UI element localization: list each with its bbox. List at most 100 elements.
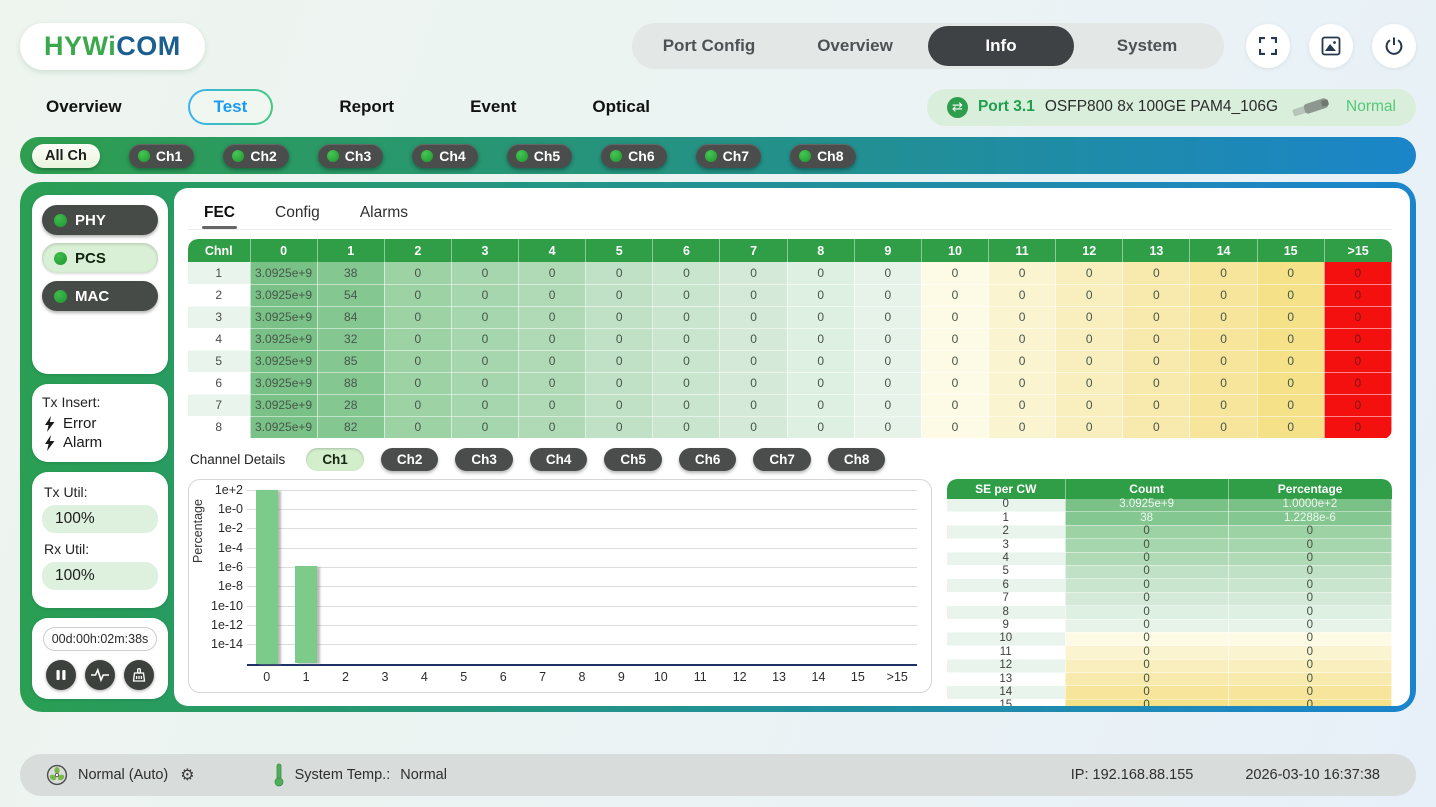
se-key-cell: 10 [947, 632, 1065, 645]
channel-button-label: Ch3 [345, 148, 371, 164]
channel-button-ch5[interactable]: Ch5 [507, 144, 572, 168]
fec-value-cell: 3.0925e+9 [250, 372, 317, 394]
channel-button-ch7[interactable]: Ch7 [696, 144, 761, 168]
channel-button-ch3[interactable]: Ch3 [318, 144, 383, 168]
gear-icon[interactable]: ⚙ [180, 765, 194, 785]
fec-value-cell: 0 [1324, 328, 1391, 350]
detail-channel-button-ch1[interactable]: Ch1 [306, 448, 364, 471]
subtab-test[interactable]: Test [188, 89, 274, 125]
fec-value-cell: 0 [451, 394, 518, 416]
pause-icon [55, 669, 67, 681]
layer-pcs-label: PCS [75, 250, 106, 267]
chart-y-tick: 1e-12 [193, 618, 243, 632]
fec-value-cell: 82 [317, 416, 384, 438]
insert-alarm-button[interactable]: Alarm [42, 433, 158, 452]
channel-status-dot-icon [705, 150, 717, 162]
fec-chnl-cell: 7 [188, 394, 250, 416]
fec-value-cell: 0 [1257, 350, 1324, 372]
insert-error-button[interactable]: Error [42, 414, 158, 433]
tab-system[interactable]: System [1074, 26, 1220, 66]
channel-button-label: All Ch [45, 148, 87, 164]
tab-config[interactable]: Config [273, 198, 322, 228]
screenshot-button[interactable] [1309, 24, 1353, 68]
channel-button-ch2[interactable]: Ch2 [223, 144, 288, 168]
fec-value-cell: 0 [989, 306, 1056, 328]
fec-col-header: 10 [921, 239, 988, 262]
fec-value-cell: 0 [1257, 416, 1324, 438]
subtab-optical[interactable]: Optical [592, 97, 650, 117]
fec-value-cell: 3.0925e+9 [250, 284, 317, 306]
fec-col-header: 9 [854, 239, 921, 262]
layer-phy-button[interactable]: PHY [42, 205, 158, 235]
detail-channel-button-ch3[interactable]: Ch3 [455, 448, 513, 471]
detail-channel-button-ch5[interactable]: Ch5 [604, 448, 662, 471]
channel-button-label: Ch6 [628, 148, 654, 164]
detail-channel-button-ch2[interactable]: Ch2 [381, 448, 439, 471]
chart-y-tick: 1e-2 [193, 521, 243, 535]
subtab-overview[interactable]: Overview [46, 97, 122, 117]
fec-value-cell: 0 [519, 306, 586, 328]
fec-value-cell: 0 [653, 306, 720, 328]
se-pct-cell: 0 [1228, 659, 1391, 672]
fullscreen-button[interactable] [1246, 24, 1290, 68]
fec-value-cell: 0 [1056, 394, 1123, 416]
subtab-event[interactable]: Event [470, 97, 516, 117]
layer-pcs-button[interactable]: PCS [42, 243, 158, 273]
tab-alarms[interactable]: Alarms [358, 198, 410, 228]
pulse-button[interactable] [85, 660, 115, 690]
port-info-badge: ⇄ Port 3.1 OSFP800 8x 100GE PAM4_106G No… [927, 89, 1416, 126]
tab-port-config[interactable]: Port Config [636, 26, 782, 66]
clear-button[interactable] [124, 660, 154, 690]
fec-value-cell: 0 [720, 394, 787, 416]
power-button[interactable] [1372, 24, 1416, 68]
detail-channel-button-ch4[interactable]: Ch4 [530, 448, 588, 471]
detail-channel-button-ch6[interactable]: Ch6 [679, 448, 737, 471]
layer-mac-button[interactable]: MAC [42, 281, 158, 311]
fec-value-cell: 0 [854, 416, 921, 438]
tx-util-value[interactable]: 100% [42, 505, 158, 533]
fec-chnl-cell: 3 [188, 306, 250, 328]
fec-value-cell: 0 [989, 284, 1056, 306]
channel-button-label: Ch7 [723, 148, 749, 164]
se-count-cell: 0 [1065, 552, 1228, 565]
fec-value-cell: 0 [1190, 306, 1257, 328]
fec-chnl-cell: 6 [188, 372, 250, 394]
channel-button-ch4[interactable]: Ch4 [412, 144, 477, 168]
screenshot-icon [1321, 36, 1341, 56]
detail-channel-button-ch8[interactable]: Ch8 [828, 448, 886, 471]
insert-alarm-label: Alarm [63, 434, 102, 451]
fec-value-cell: 0 [787, 372, 854, 394]
tab-overview[interactable]: Overview [782, 26, 928, 66]
fec-value-cell: 0 [384, 262, 451, 284]
fec-value-cell: 0 [1056, 328, 1123, 350]
fec-col-header: 12 [1056, 239, 1123, 262]
se-col-header: SE per CW [947, 479, 1065, 499]
fec-value-cell: 0 [854, 306, 921, 328]
tab-info[interactable]: Info [928, 26, 1074, 66]
se-count-cell: 0 [1065, 579, 1228, 592]
channel-button-ch8[interactable]: Ch8 [790, 144, 855, 168]
subtab-report[interactable]: Report [339, 97, 394, 117]
fec-value-cell: 0 [519, 350, 586, 372]
channel-button-ch1[interactable]: Ch1 [129, 144, 194, 168]
util-card: Tx Util: 100% Rx Util: 100% [32, 472, 168, 608]
fec-value-cell: 0 [586, 394, 653, 416]
main-panel: PHY PCS MAC Tx Insert: Error [20, 182, 1416, 712]
channel-button-all-ch[interactable]: All Ch [32, 144, 100, 168]
channel-status-dot-icon [799, 150, 811, 162]
fec-table-row: 43.0925e+932000000000000000 [188, 328, 1392, 350]
se-key-cell: 13 [947, 673, 1065, 686]
channel-button-ch6[interactable]: Ch6 [601, 144, 666, 168]
rx-util-value[interactable]: 100% [42, 562, 158, 590]
fec-value-cell: 0 [1190, 372, 1257, 394]
se-pct-cell: 0 [1228, 579, 1391, 592]
tab-fec[interactable]: FEC [202, 198, 237, 228]
se-col-header: Count [1065, 479, 1228, 499]
se-key-cell: 0 [947, 499, 1065, 512]
pause-button[interactable] [46, 660, 76, 690]
fec-value-cell: 0 [989, 262, 1056, 284]
fec-value-cell: 0 [1123, 394, 1190, 416]
se-count-cell: 0 [1065, 592, 1228, 605]
detail-channel-button-ch7[interactable]: Ch7 [753, 448, 811, 471]
fec-value-cell: 0 [1123, 262, 1190, 284]
